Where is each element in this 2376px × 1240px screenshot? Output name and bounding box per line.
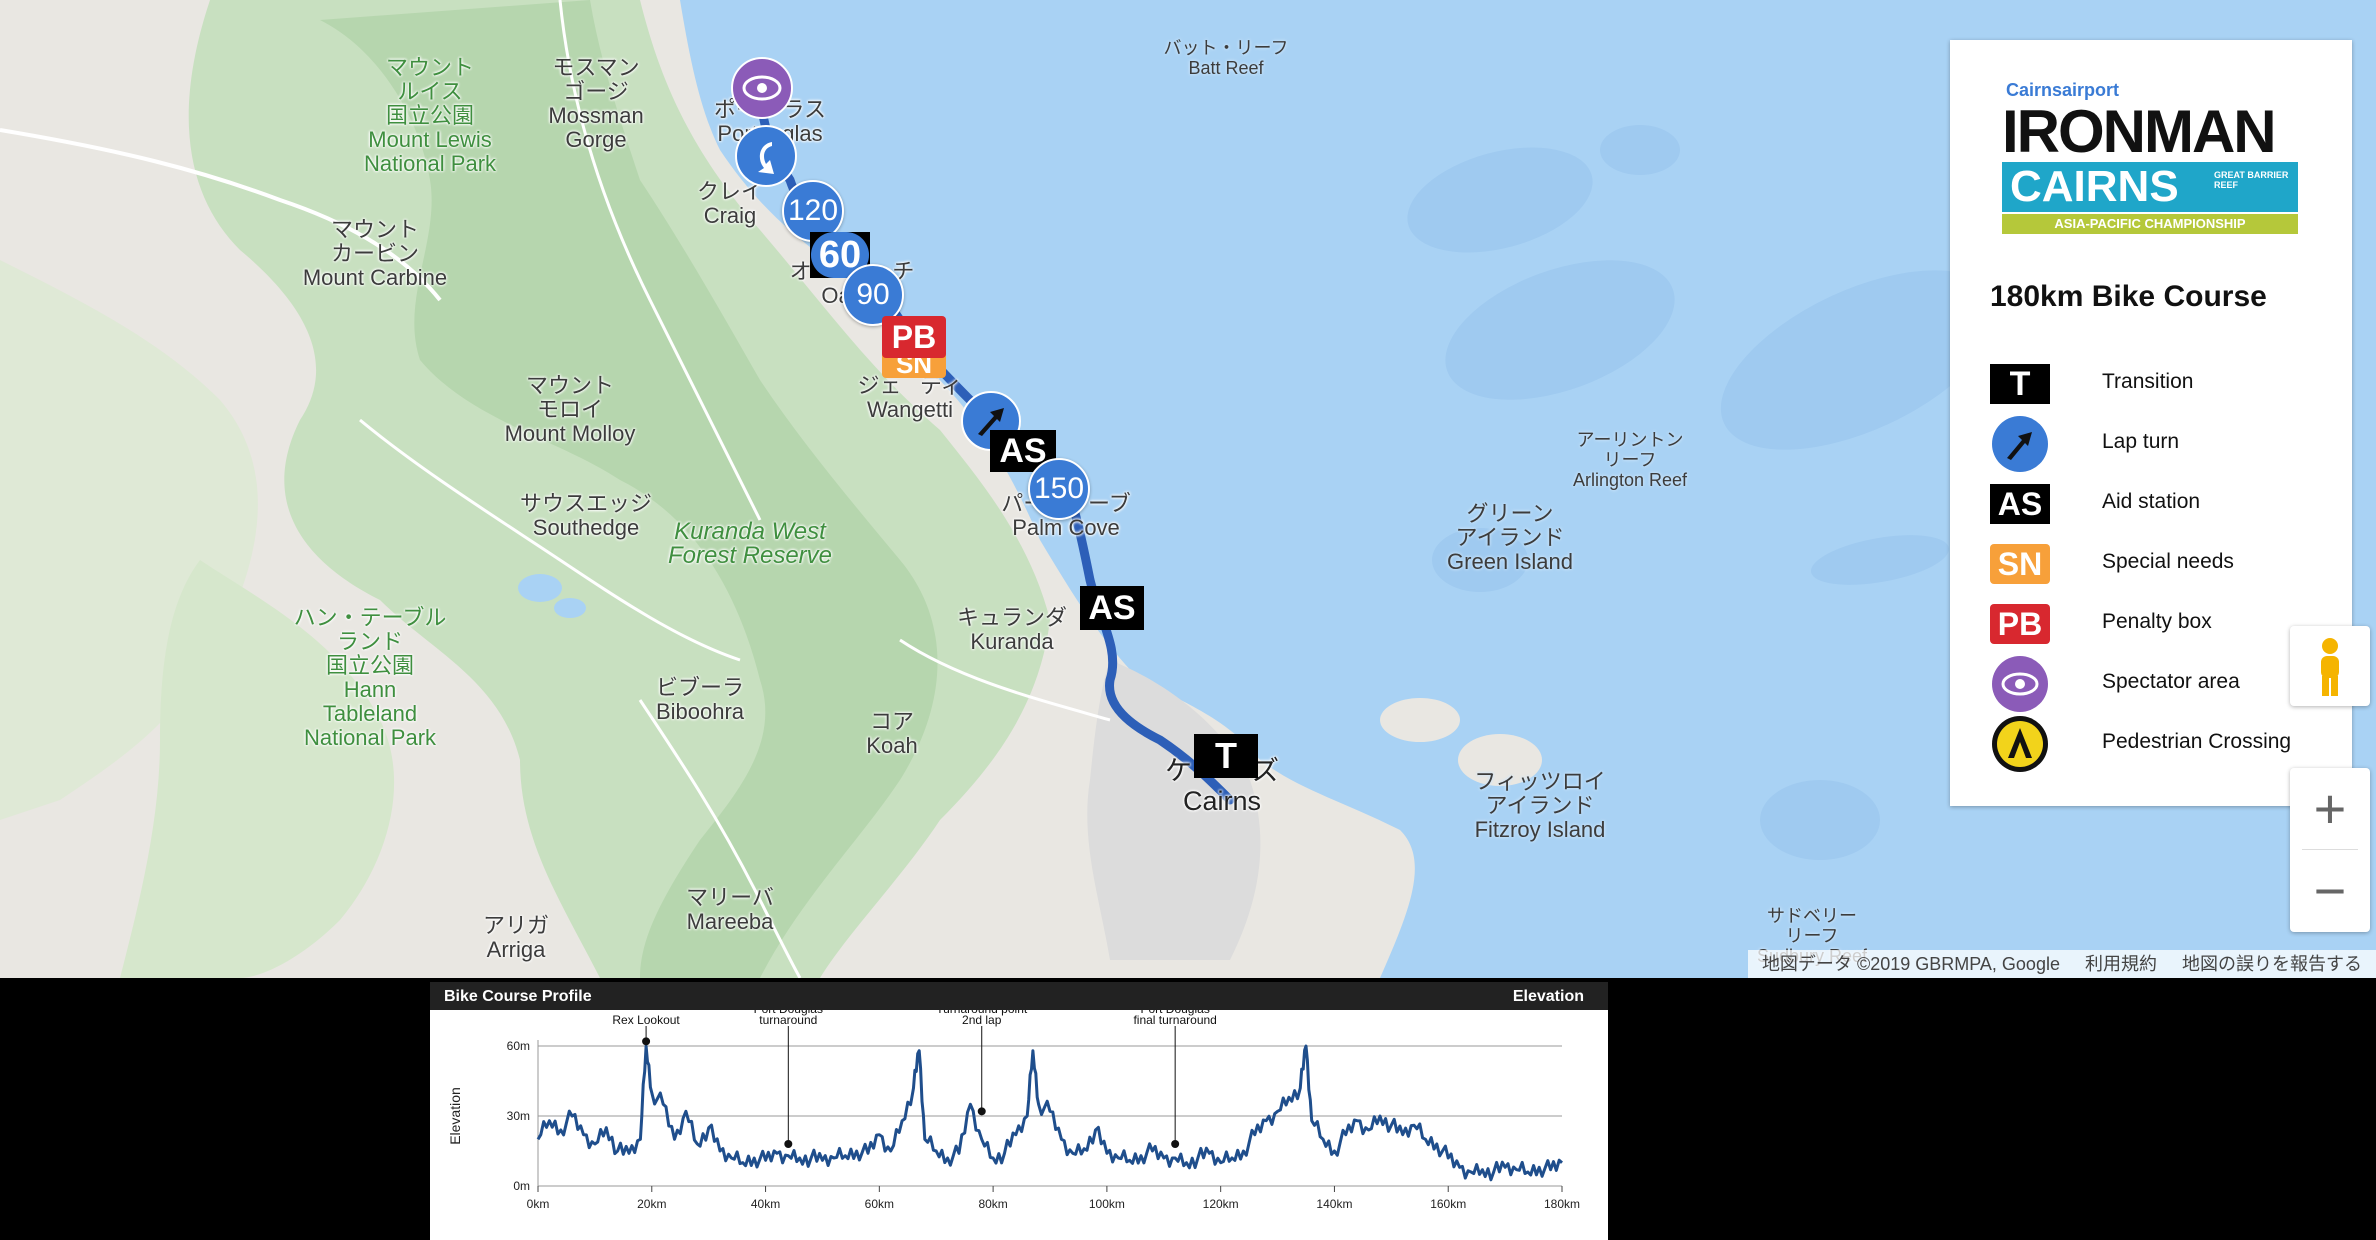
label-arriga: アリガ Arriga	[482, 913, 550, 962]
legend-item-transition: T Transition	[1990, 354, 2330, 416]
x-tick-label: 140km	[1316, 1197, 1352, 1211]
km-marker-150[interactable]: 150	[1028, 458, 1090, 520]
lap-turn-icon	[1992, 416, 2048, 472]
pegman-icon	[2321, 638, 2339, 696]
annotation-label: Rex Lookout	[612, 1013, 680, 1027]
elevation-series-line	[536, 1044, 1563, 1182]
label-koah: コア Koah	[866, 709, 918, 758]
label-green-island: グリーン アイランド Green Island	[1447, 501, 1573, 574]
aid-station-icon: AS	[1990, 484, 2050, 524]
legend-label: Pedestrian Crossing	[2102, 730, 2292, 753]
spectator-area-icon	[731, 57, 793, 119]
legend-label: Spectator area	[2102, 670, 2240, 693]
zoom-in-button[interactable]: +	[2290, 768, 2370, 850]
spectator-area-marker[interactable]	[730, 56, 794, 120]
label-fitzroy-island: フィッツロイ アイランド Fitzroy Island	[1474, 769, 1606, 842]
legend-item-pedestrian-crossing: Pedestrian Crossing	[1990, 714, 2330, 776]
logo-subtitle: ASIA-PACIFIC CHAMPIONSHIP	[2002, 214, 2298, 234]
ironman-logo: Cairnsairport IRONMAN CAIRNS GREAT BARRI…	[2002, 78, 2302, 278]
annotation-dot	[977, 1107, 986, 1116]
legend-label: Aid station	[2102, 490, 2201, 513]
annotation-label: 2nd lap	[962, 1013, 1002, 1027]
y-axis-label: Elevation	[447, 1087, 463, 1145]
map-attribution: 地図データ ©2019 GBRMPA, Google 利用規約 地図の誤りを報告…	[1747, 950, 2376, 978]
legend-item-penalty-box: PB Penalty box	[1990, 594, 2330, 656]
x-tick-label: 180km	[1544, 1197, 1580, 1211]
legend-label: Transition	[2102, 370, 2194, 393]
x-tick-label: 0km	[527, 1197, 550, 1211]
x-tick-label: 160km	[1430, 1197, 1466, 1211]
attribution-data: 地図データ ©2019 GBRMPA, Google	[1761, 954, 2060, 974]
legend-item-spectator-area: Spectator area	[1990, 654, 2330, 716]
label-mossman-gorge: モスマン ゴージ Mossman Gorge	[548, 55, 644, 152]
penalty-box-marker: PB	[882, 316, 946, 358]
profile-header: Bike Course Profile Elevation	[430, 982, 1608, 1010]
y-tick-label: 0m	[513, 1179, 530, 1193]
lap-turn-icon	[735, 125, 797, 187]
legend-item-aid-station: AS Aid station	[1990, 474, 2330, 536]
logo-ironman: IRONMAN	[2002, 98, 2277, 165]
label-mount-lewis: マウント ルイス 国立公園 Mount Lewis National Park	[363, 55, 497, 176]
legend-label: Penalty box	[2102, 610, 2212, 633]
street-view-pegman[interactable]	[2290, 626, 2370, 706]
label-southedge: サウスエッジ Southedge	[519, 491, 653, 540]
penalty-box-icon: PB	[1990, 604, 2050, 644]
label-kuranda-west: Kuranda West Forest Reserve	[667, 518, 833, 569]
label-arlington-reef: アーリントン リーフ Arlington Reef	[1572, 430, 1688, 490]
label-batt-reef: バット・リーフ Batt Reef	[1163, 38, 1289, 78]
y-tick-label: 60m	[507, 1039, 530, 1053]
transition-marker[interactable]: T	[1194, 734, 1258, 778]
x-tick-label: 100km	[1089, 1197, 1125, 1211]
map[interactable]: マウント ルイス 国立公園 Mount Lewis National Park …	[0, 0, 2376, 978]
legend-title: 180km Bike Course	[1990, 280, 2267, 313]
annotation-label: turnaround	[759, 1013, 817, 1027]
annotation-dot	[1171, 1140, 1180, 1148]
annotation-dot	[642, 1037, 651, 1046]
x-tick-label: 20km	[637, 1197, 666, 1211]
terms-link[interactable]: 利用規約	[2085, 954, 2157, 974]
logo-reef: GREAT BARRIER REEF	[2214, 170, 2289, 190]
annotation-label: final turnaround	[1133, 1013, 1216, 1027]
profile-header-right: Elevation	[1512, 988, 1584, 1005]
spectator-area-icon	[1992, 656, 2048, 712]
x-tick-label: 40km	[751, 1197, 780, 1211]
y-tick-label: 30m	[507, 1109, 530, 1123]
profile-title: Bike Course Profile	[444, 988, 592, 1005]
legend-label: Lap turn	[2102, 430, 2180, 453]
lap-turn-marker-north[interactable]	[734, 124, 798, 188]
pedestrian-crossing-icon	[1992, 716, 2048, 772]
label-mount-molloy: マウント モロイ Mount Molloy	[504, 373, 636, 446]
report-error-link[interactable]: 地図の誤りを報告する	[2182, 954, 2362, 974]
elevation-profile: Bike Course Profile Elevation 0m 30m 60m 0k…	[430, 982, 1608, 1240]
legend-label: Special needs	[2102, 550, 2234, 573]
zoom-control: + −	[2290, 768, 2370, 932]
elevation-chart: 0m 30m 60m 0km 20km 40km 60km 80km 100km 120km 140…	[447, 1010, 1580, 1211]
label-kuranda: キュランダ Kuranda	[956, 605, 1068, 654]
label-wangetti: ジェ ティ Wangetti	[857, 373, 963, 422]
label-mareeba: マリーバ Mareeba	[686, 885, 774, 934]
legend-item-lap-turn: Lap turn	[1990, 414, 2330, 476]
transition-icon: T	[1990, 364, 2050, 404]
x-tick-label: 80km	[978, 1197, 1007, 1211]
label-mount-carbine: マウント カービン Mount Carbine	[302, 217, 448, 290]
x-tick-label: 60km	[865, 1197, 894, 1211]
special-needs-icon: SN	[1990, 544, 2050, 584]
label-hann-tableland: ハン・テーブル ランド 国立公園 Hann Tableland National…	[293, 605, 447, 750]
x-tick-label: 120km	[1203, 1197, 1239, 1211]
annotation-dot	[784, 1140, 793, 1148]
penalty-box-special-needs-marker[interactable]: SN PB	[882, 316, 946, 380]
aid-station-marker-2[interactable]: AS	[1080, 586, 1144, 630]
label-biboohra: ビブーラ Biboohra	[655, 675, 745, 724]
zoom-out-button[interactable]: −	[2290, 850, 2370, 932]
legend-item-special-needs: SN Special needs	[1990, 534, 2330, 596]
